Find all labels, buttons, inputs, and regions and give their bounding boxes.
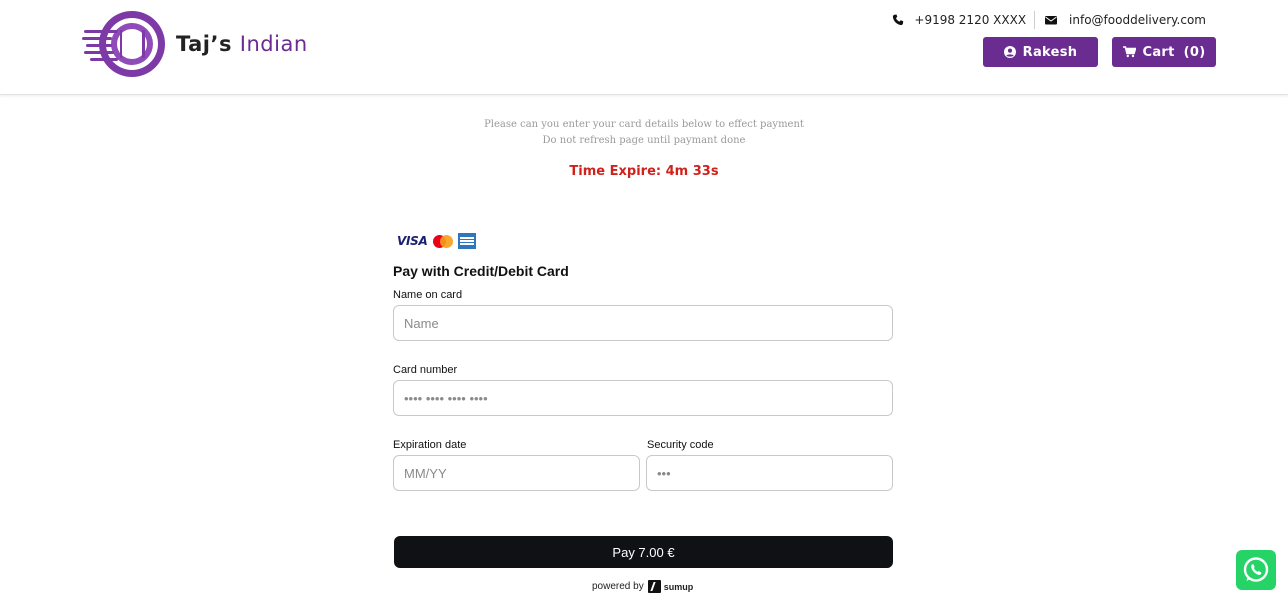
brand-name: Taj’s Indian: [176, 32, 308, 56]
card-number-input[interactable]: [393, 380, 893, 416]
whatsapp-chat-button[interactable]: [1236, 550, 1276, 590]
envelope-icon: [1045, 16, 1058, 25]
cart-button[interactable]: Cart (0): [1112, 37, 1216, 67]
contact-info: +9198 2120 XXXX info@fooddelivery.com: [892, 11, 1206, 29]
security-code-label: Security code: [647, 439, 714, 451]
visa-icon: VISA: [397, 234, 428, 248]
brand-name-part1: Taj’s: [176, 32, 232, 56]
name-on-card-label: Name on card: [393, 289, 463, 301]
user-name: Rakesh: [1022, 44, 1078, 60]
cart-label: Cart: [1142, 44, 1175, 60]
shopping-cart-icon: [1122, 46, 1136, 58]
card-brand-logos: VISA: [397, 233, 477, 249]
user-account-button[interactable]: Rakesh: [983, 37, 1098, 67]
phone-number[interactable]: +9198 2120 XXXX: [914, 13, 1026, 27]
expiration-date-input[interactable]: [393, 455, 640, 491]
cart-count: (0): [1183, 44, 1206, 60]
whatsapp-icon: [1243, 557, 1269, 582]
payment-instruction: Please can you enter your card details b…: [484, 119, 804, 130]
amex-icon: [458, 233, 477, 249]
sumup-icon: [647, 580, 661, 593]
security-code-input[interactable]: [646, 455, 893, 491]
form-title: Pay with Credit/Debit Card: [393, 263, 569, 279]
phone-icon: [893, 14, 904, 26]
powered-by: powered by sumup: [592, 580, 693, 593]
pay-button[interactable]: Pay 7.00 €: [394, 536, 893, 568]
powered-by-text: powered by: [592, 581, 644, 592]
logo-icon: [82, 11, 165, 77]
mastercard-icon: [433, 234, 454, 248]
site-header: Taj’s Indian +9198 2120 XXXX info@foodde…: [0, 0, 1288, 95]
sumup-wordmark: sumup: [663, 581, 694, 592]
name-on-card-input[interactable]: [393, 305, 893, 341]
user-circle-icon: [1003, 46, 1016, 58]
contact-divider: [1034, 11, 1036, 29]
refresh-warning: Do not refresh page until paymant done: [542, 135, 746, 146]
brand-name-part2: Indian: [239, 32, 308, 56]
card-number-label: Card number: [393, 364, 458, 376]
brand-logo[interactable]: Taj’s Indian: [82, 8, 308, 80]
email-address[interactable]: info@fooddelivery.com: [1069, 13, 1206, 27]
expiration-date-label: Expiration date: [393, 439, 467, 451]
expiry-timer: Time Expire: 4m 33s: [569, 164, 719, 179]
